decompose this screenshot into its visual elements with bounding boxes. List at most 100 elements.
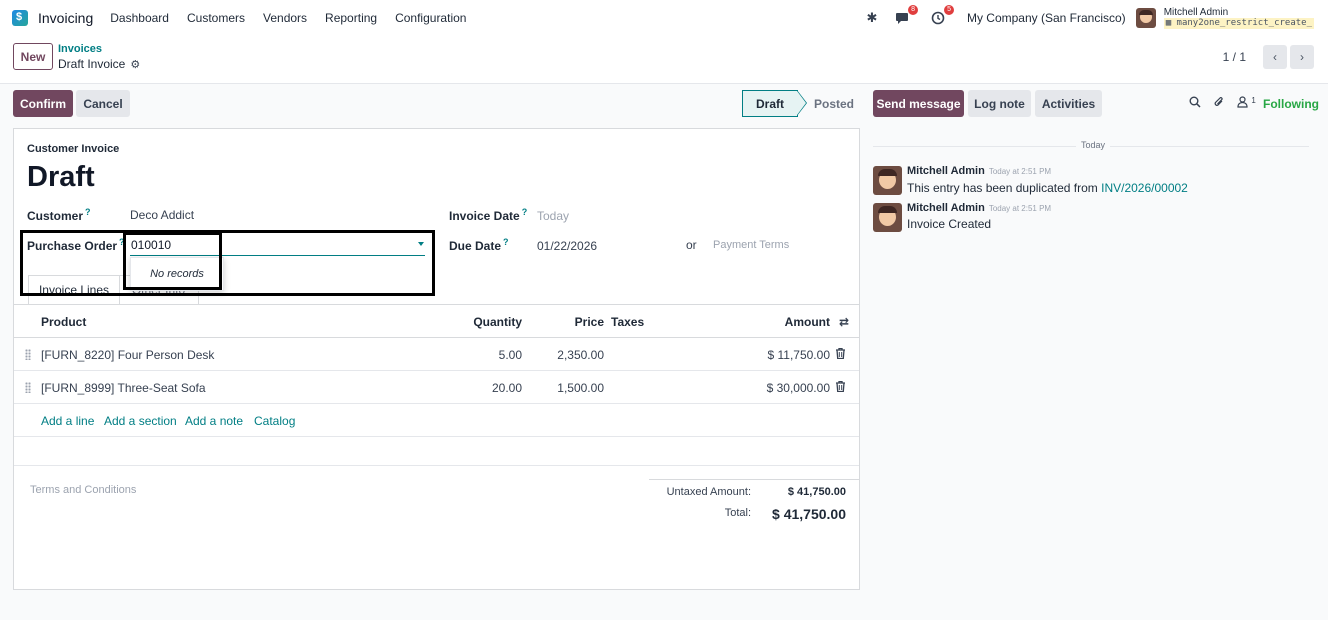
terms-conditions-field[interactable]: Terms and Conditions [30,484,136,496]
send-message-button[interactable]: Send message [873,90,964,117]
help-icon[interactable]: ? [522,207,528,217]
user-name: Mitchell Admin [1163,7,1229,18]
add-actions-row: Add a line Add a section Add a note Cata… [14,404,859,437]
table-row[interactable]: [FURN_8220] Four Person Desk 5.00 2,350.… [14,338,859,371]
followers-count: 1 [1251,96,1256,105]
due-date-label-text: Due Date [449,239,502,253]
menu-dashboard[interactable]: Dashboard [110,11,169,25]
highlight-box [20,230,435,296]
add-section-link[interactable]: Add a section [104,414,177,428]
paperclip-icon[interactable] [1213,96,1225,112]
company-switcher[interactable]: My Company (San Francisco) [967,11,1126,25]
message-author: Mitchell Admin Today at 2:51 PM [907,165,1051,177]
due-date-label: Due Date? [449,237,509,253]
row-product[interactable]: [FURN_8220] Four Person Desk [41,348,214,362]
menu-configuration[interactable]: Configuration [395,11,466,25]
message-time: Today at 2:51 PM [988,167,1052,176]
row-quantity[interactable]: 20.00 [442,381,522,395]
row-amount: $ 11,750.00 [767,348,830,362]
totals-divider [649,479,859,480]
drag-handle-icon[interactable] [25,349,31,360]
col-quantity[interactable]: Quantity [442,315,522,329]
row-quantity[interactable]: 5.00 [442,348,522,362]
database-name-text: many2one_restrict_create_ [1176,18,1312,28]
row-product[interactable]: [FURN_8999] Three-Seat Sofa [41,381,206,395]
add-note-link[interactable]: Add a note [185,414,243,428]
row-price[interactable]: 1,500.00 [544,381,604,395]
user-avatar[interactable] [1135,8,1156,28]
table-header: Product Quantity Price Taxes Amount ⇄ [14,305,859,338]
systray: ✱ 8 5 My Company (San Francisco) Mitchel… [857,0,1314,36]
breadcrumb-current-label: Draft Invoice [58,57,126,71]
payment-terms-field[interactable]: Payment Terms [713,239,789,251]
or-label: or [686,238,697,252]
due-date-field[interactable]: 01/22/2026 [537,239,597,253]
customer-field[interactable]: Deco Addict [130,208,194,222]
help-icon[interactable]: ? [503,237,509,247]
pager-previous-icon[interactable]: ‹ [1263,45,1287,69]
following-button[interactable]: Following [1263,97,1319,111]
help-icon[interactable]: ? [85,207,91,217]
stage-posted[interactable]: Posted [808,90,860,117]
catalog-link[interactable]: Catalog [254,414,295,428]
message-author-name[interactable]: Mitchell Admin [907,202,985,214]
breadcrumb-current: Draft Invoice ⚙ [58,57,140,71]
menu-customers[interactable]: Customers [187,11,245,25]
customer-label-text: Customer [27,209,84,223]
message-avatar[interactable] [873,203,902,232]
highlight-box-inner [123,232,222,290]
database-name: ▦ many2one_restrict_create_ [1163,18,1314,29]
menu-vendors[interactable]: Vendors [263,11,307,25]
search-icon[interactable] [1189,96,1201,111]
user-menu[interactable]: Mitchell Admin ▦ many2one_restrict_creat… [1163,7,1314,29]
cancel-button[interactable]: Cancel [76,90,130,117]
message-text: This entry has been duplicated from [907,181,1102,195]
message-author-name[interactable]: Mitchell Admin [907,165,985,177]
message-avatar[interactable] [873,166,902,195]
table-empty-row [14,437,859,466]
drag-handle-icon[interactable] [25,382,31,393]
trash-icon[interactable] [836,347,845,362]
add-line-link[interactable]: Add a line [41,414,94,428]
menu-reporting[interactable]: Reporting [325,11,377,25]
customer-label: Customer? [27,207,91,223]
message-link[interactable]: INV/2026/00002 [1101,181,1188,195]
table-row[interactable]: [FURN_8999] Three-Seat Sofa 20.00 1,500.… [14,371,859,404]
pager-value[interactable]: 1 / 1 [1223,50,1246,64]
date-separator: Today [1076,140,1111,150]
messages-icon[interactable]: 8 [893,5,918,27]
control-panel: New Invoices Draft Invoice ⚙ 1 / 1 ‹ › [0,36,1328,84]
trash-icon[interactable] [836,380,845,395]
invoicing-app-icon[interactable] [12,10,28,26]
app-name[interactable]: Invoicing [38,10,93,26]
message-author: Mitchell Admin Today at 2:51 PM [907,202,1051,214]
column-settings-icon[interactable]: ⇄ [839,315,849,329]
col-price[interactable]: Price [544,315,604,329]
messages-badge: 8 [908,5,918,15]
invoice-date-label-text: Invoice Date [449,209,520,223]
col-taxes[interactable]: Taxes [611,315,644,329]
message-time: Today at 2:51 PM [988,204,1052,213]
message-body: This entry has been duplicated from INV/… [907,181,1188,195]
stage-draft[interactable]: Draft [742,90,798,117]
invoice-date-field[interactable]: Today [537,209,569,223]
row-amount: $ 30,000.00 [766,381,830,395]
followers-icon[interactable]: 1 [1237,96,1256,111]
pager-next-icon[interactable]: › [1290,45,1314,69]
untaxed-value: $ 41,750.00 [787,486,846,498]
form-sheet: Customer Invoice Draft Customer? Deco Ad… [13,128,860,590]
log-note-button[interactable]: Log note [968,90,1031,117]
breadcrumb-invoices[interactable]: Invoices [58,43,102,55]
activities-button[interactable]: Activities [1035,90,1102,117]
bug-icon[interactable]: ✱ [863,9,881,27]
confirm-button[interactable]: Confirm [13,90,73,117]
invoice-date-label: Invoice Date? [449,207,527,223]
new-button[interactable]: New [13,43,53,70]
top-navbar: Invoicing Dashboard Customers Vendors Re… [0,0,1328,36]
col-amount[interactable]: Amount [714,315,830,329]
row-price[interactable]: 2,350.00 [544,348,604,362]
form-title: Draft [27,161,95,193]
activities-clock-icon[interactable]: 5 [929,5,954,27]
gear-icon[interactable]: ⚙ [130,58,140,71]
col-product[interactable]: Product [41,315,86,329]
